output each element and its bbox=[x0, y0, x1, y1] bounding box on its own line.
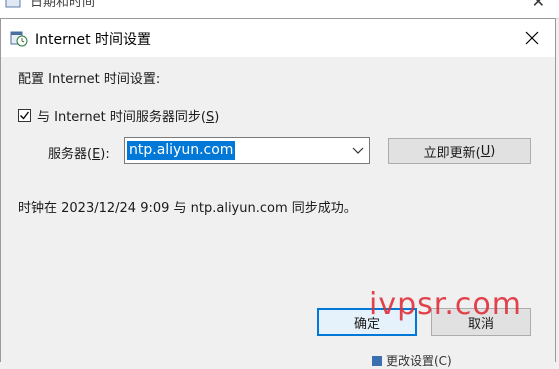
sync-checkbox[interactable] bbox=[18, 109, 31, 122]
dialog-title: Internet 时间设置 bbox=[35, 32, 152, 48]
background-change-settings-label: 更改设置(C) bbox=[386, 354, 452, 368]
section-label: 配置 Internet 时间设置: bbox=[18, 72, 161, 87]
server-value[interactable]: ntp.aliyun.com bbox=[127, 141, 236, 160]
background-change-settings: 更改设置(C) bbox=[372, 352, 452, 369]
server-label: 服务器(E): bbox=[48, 147, 110, 162]
cancel-button[interactable]: 取消 bbox=[431, 308, 531, 336]
sync-status-text: 时钟在 2023/12/24 9:09 与 ntp.aliyun.com 同步成… bbox=[18, 201, 357, 216]
close-button[interactable] bbox=[509, 19, 555, 57]
internet-time-dialog: Internet 时间设置 配置 Internet 时间设置: 与 Intern… bbox=[0, 18, 556, 362]
shield-icon bbox=[372, 355, 382, 366]
parent-close-icon[interactable]: ✕ bbox=[532, 0, 545, 11]
chevron-down-icon[interactable] bbox=[352, 146, 364, 155]
parent-window-titlebar: 日期和时间 ✕ bbox=[0, 0, 559, 19]
parent-window-title: 日期和时间 bbox=[30, 0, 96, 10]
update-now-button[interactable]: 立即更新(U) bbox=[388, 138, 531, 164]
internet-time-icon bbox=[10, 29, 28, 47]
date-time-icon bbox=[5, 0, 21, 8]
checkmark-icon bbox=[20, 111, 30, 120]
ok-button[interactable]: 确定 bbox=[317, 308, 417, 336]
server-combobox[interactable]: ntp.aliyun.com bbox=[124, 137, 370, 164]
sync-checkbox-row[interactable]: 与 Internet 时间服务器同步(S) bbox=[18, 106, 219, 125]
close-icon bbox=[525, 31, 539, 45]
sync-checkbox-label: 与 Internet 时间服务器同步(S) bbox=[37, 110, 220, 125]
dialog-titlebar: Internet 时间设置 bbox=[1, 19, 555, 57]
